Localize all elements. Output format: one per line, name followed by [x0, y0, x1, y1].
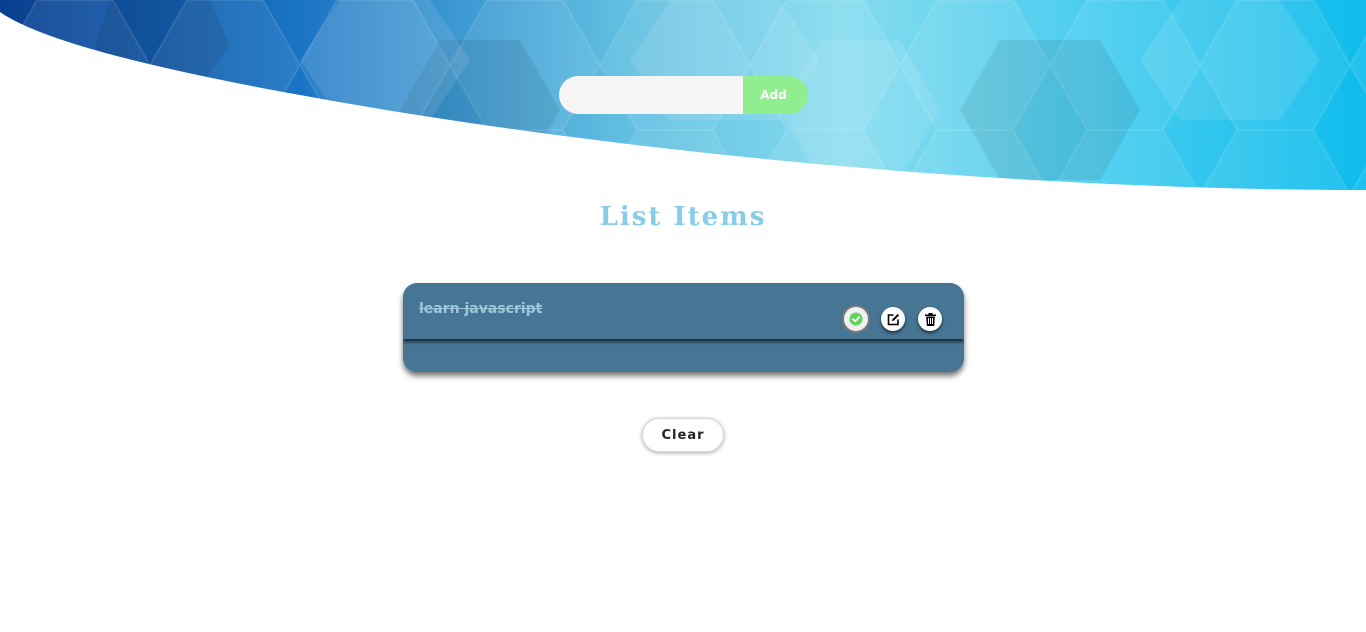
trash-icon: [924, 312, 936, 326]
delete-button[interactable]: [918, 307, 942, 331]
clear-button[interactable]: Clear: [642, 418, 724, 452]
add-button[interactable]: Add: [743, 76, 808, 114]
list-item-actions: [844, 307, 942, 331]
list-title: List Items: [599, 202, 767, 232]
add-item-form: Add: [559, 76, 808, 114]
check-circle-icon: [849, 312, 863, 326]
complete-button[interactable]: [844, 307, 868, 331]
new-item-input[interactable]: [559, 76, 743, 114]
app-page: Add List Items learn javascript Clear: [0, 0, 1366, 632]
list-item-text: learn javascript: [419, 301, 543, 317]
edit-icon: [887, 313, 900, 326]
edit-button[interactable]: [881, 307, 905, 331]
todo-list-card: learn javascript: [403, 283, 964, 372]
list-item: learn javascript: [403, 283, 964, 339]
